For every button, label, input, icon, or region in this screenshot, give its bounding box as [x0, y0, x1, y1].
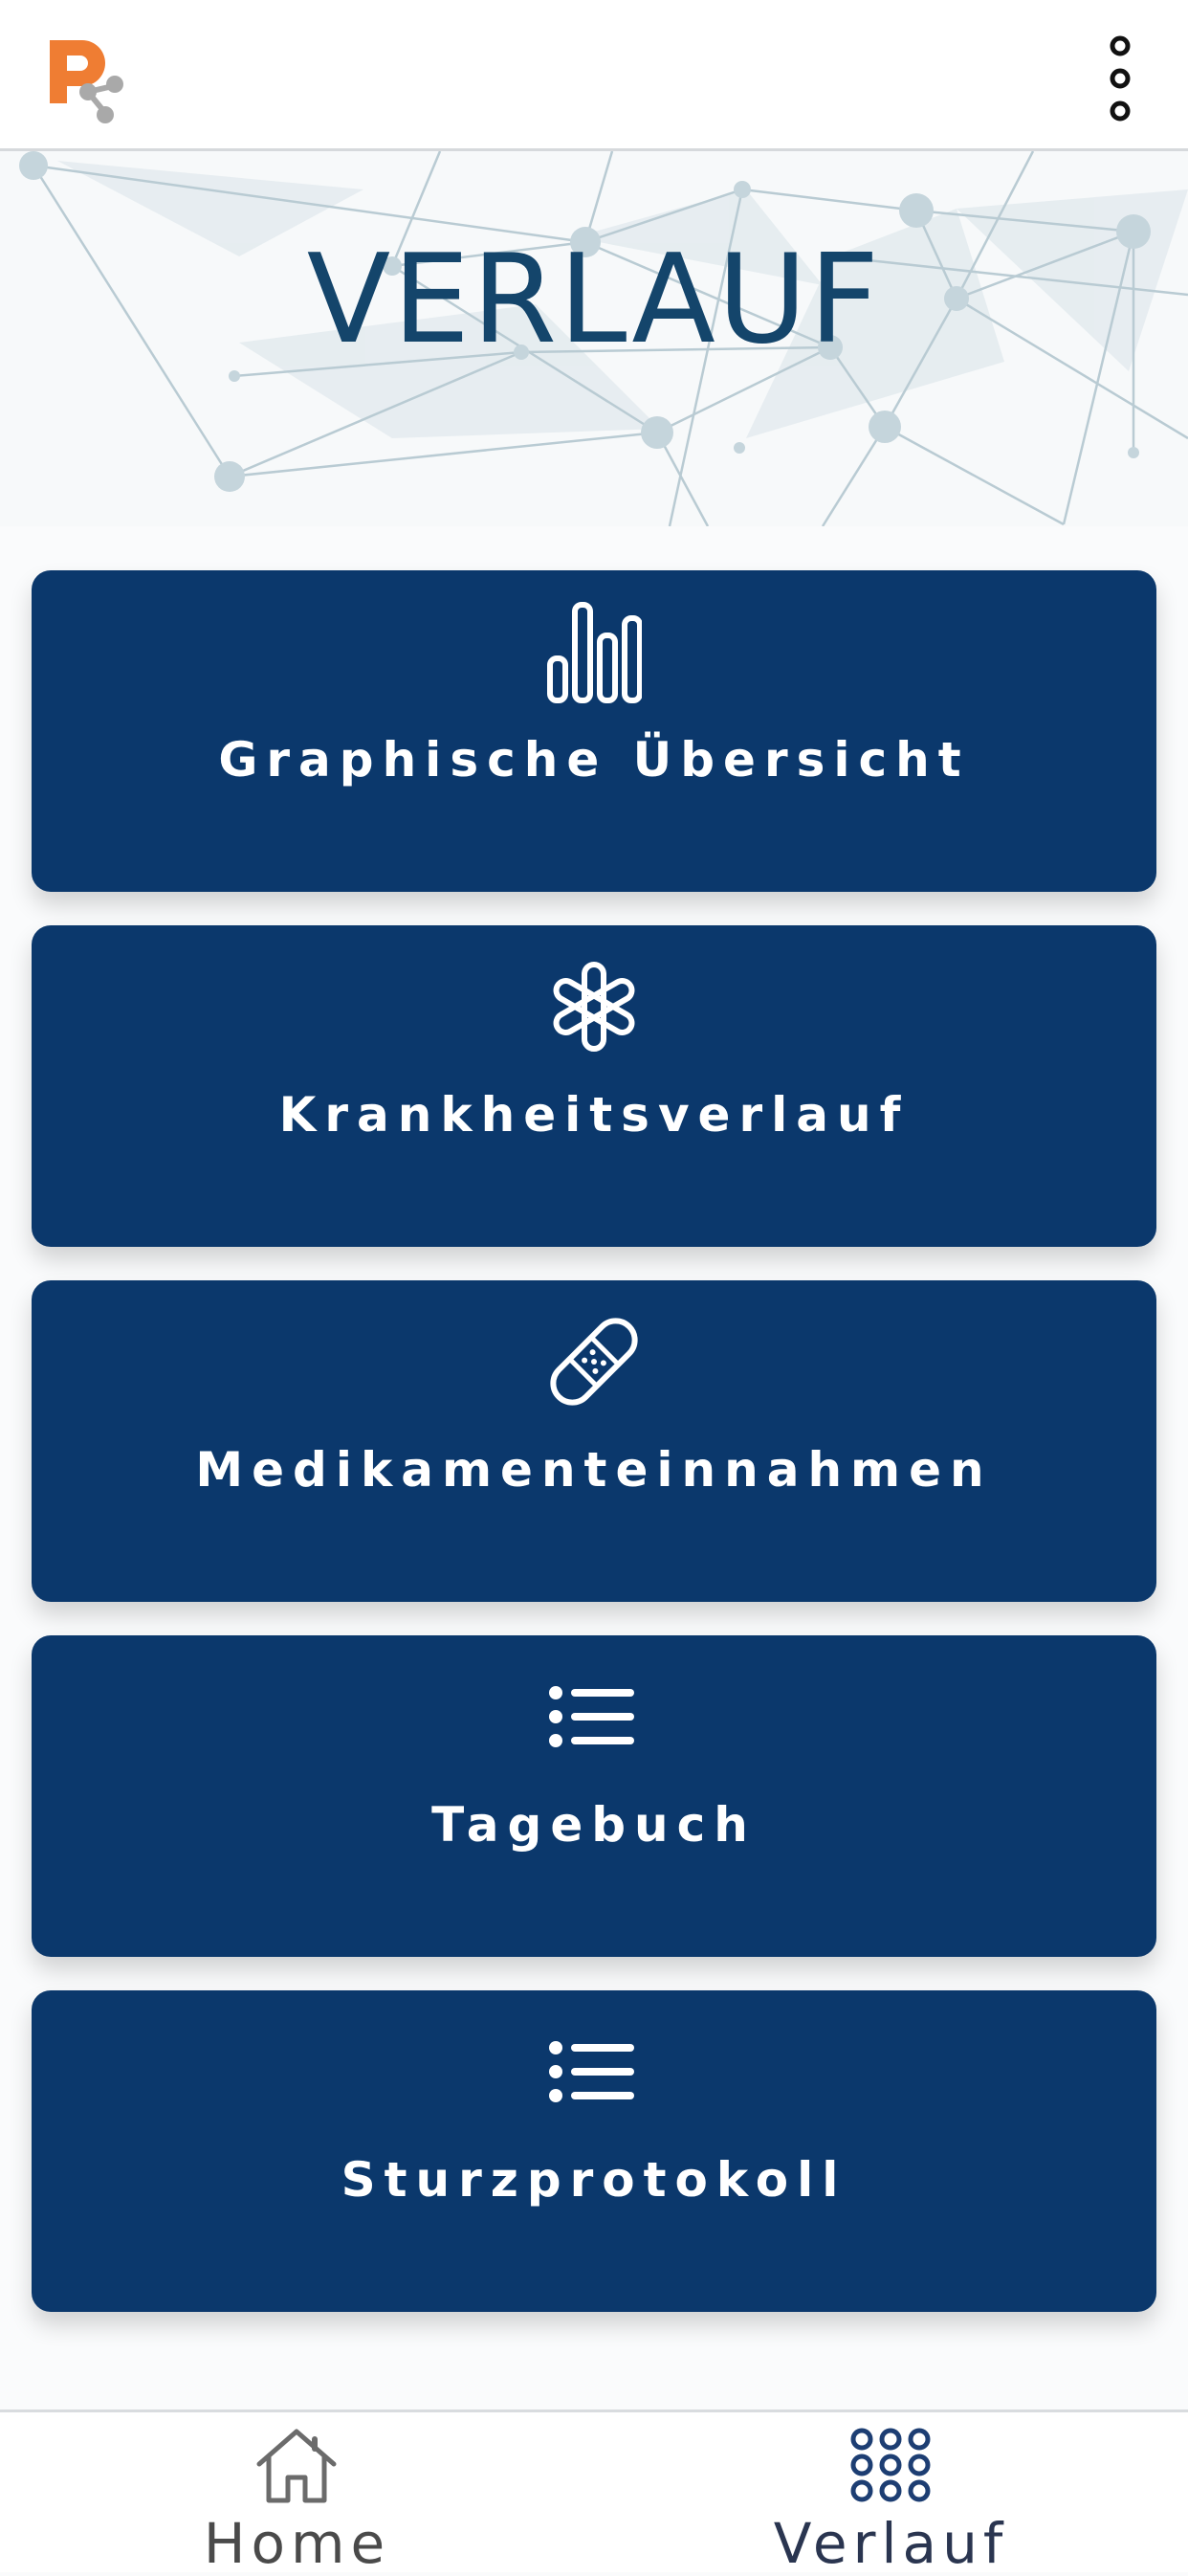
menu-card-label: Tagebuch	[431, 1797, 757, 1853]
menu-card-label: Sturzprotokoll	[341, 2152, 847, 2208]
bandage-icon	[550, 1318, 638, 1406]
grid-dots-icon	[850, 2428, 931, 2502]
menu-card-label: Graphische Übersicht	[218, 732, 970, 788]
menu-card-label: Medikamenteinnahmen	[195, 1442, 993, 1498]
list-icon	[549, 2041, 634, 2102]
bottom-navigation: Home Verlauf	[0, 2409, 1188, 2575]
asterisk-icon	[553, 962, 635, 1052]
nav-label: Home	[203, 2511, 391, 2576]
menu-card-krankheitsverlauf[interactable]: Krankheitsverlauf	[32, 925, 1156, 1247]
nav-item-home[interactable]: Home	[0, 2412, 594, 2575]
menu-card-label: Krankheitsverlauf	[278, 1087, 910, 1143]
app-bar	[0, 0, 1188, 151]
hero-banner: VERLAUF	[0, 151, 1188, 526]
nav-item-verlauf[interactable]: Verlauf	[594, 2412, 1188, 2575]
menu-card-tagebuch[interactable]: Tagebuch	[32, 1635, 1156, 1957]
list-icon	[549, 1686, 634, 1747]
home-icon	[256, 2429, 337, 2503]
page-title: VERLAUF	[306, 229, 882, 371]
menu-card-sturzprotokoll[interactable]: Sturzprotokoll	[32, 1990, 1156, 2312]
menu-card-medikamenteinnahmen[interactable]: Medikamenteinnahmen	[32, 1280, 1156, 1602]
p-share-logo-icon[interactable]	[46, 36, 132, 128]
menu-card-list: Graphische Übersicht Krankheitsverlauf M	[32, 570, 1156, 2345]
nav-label: Verlauf	[773, 2511, 1009, 2576]
menu-card-graphische-uebersicht[interactable]: Graphische Übersicht	[32, 570, 1156, 892]
more-vertical-icon[interactable]	[1098, 34, 1142, 122]
bar-chart-icon	[547, 602, 642, 703]
